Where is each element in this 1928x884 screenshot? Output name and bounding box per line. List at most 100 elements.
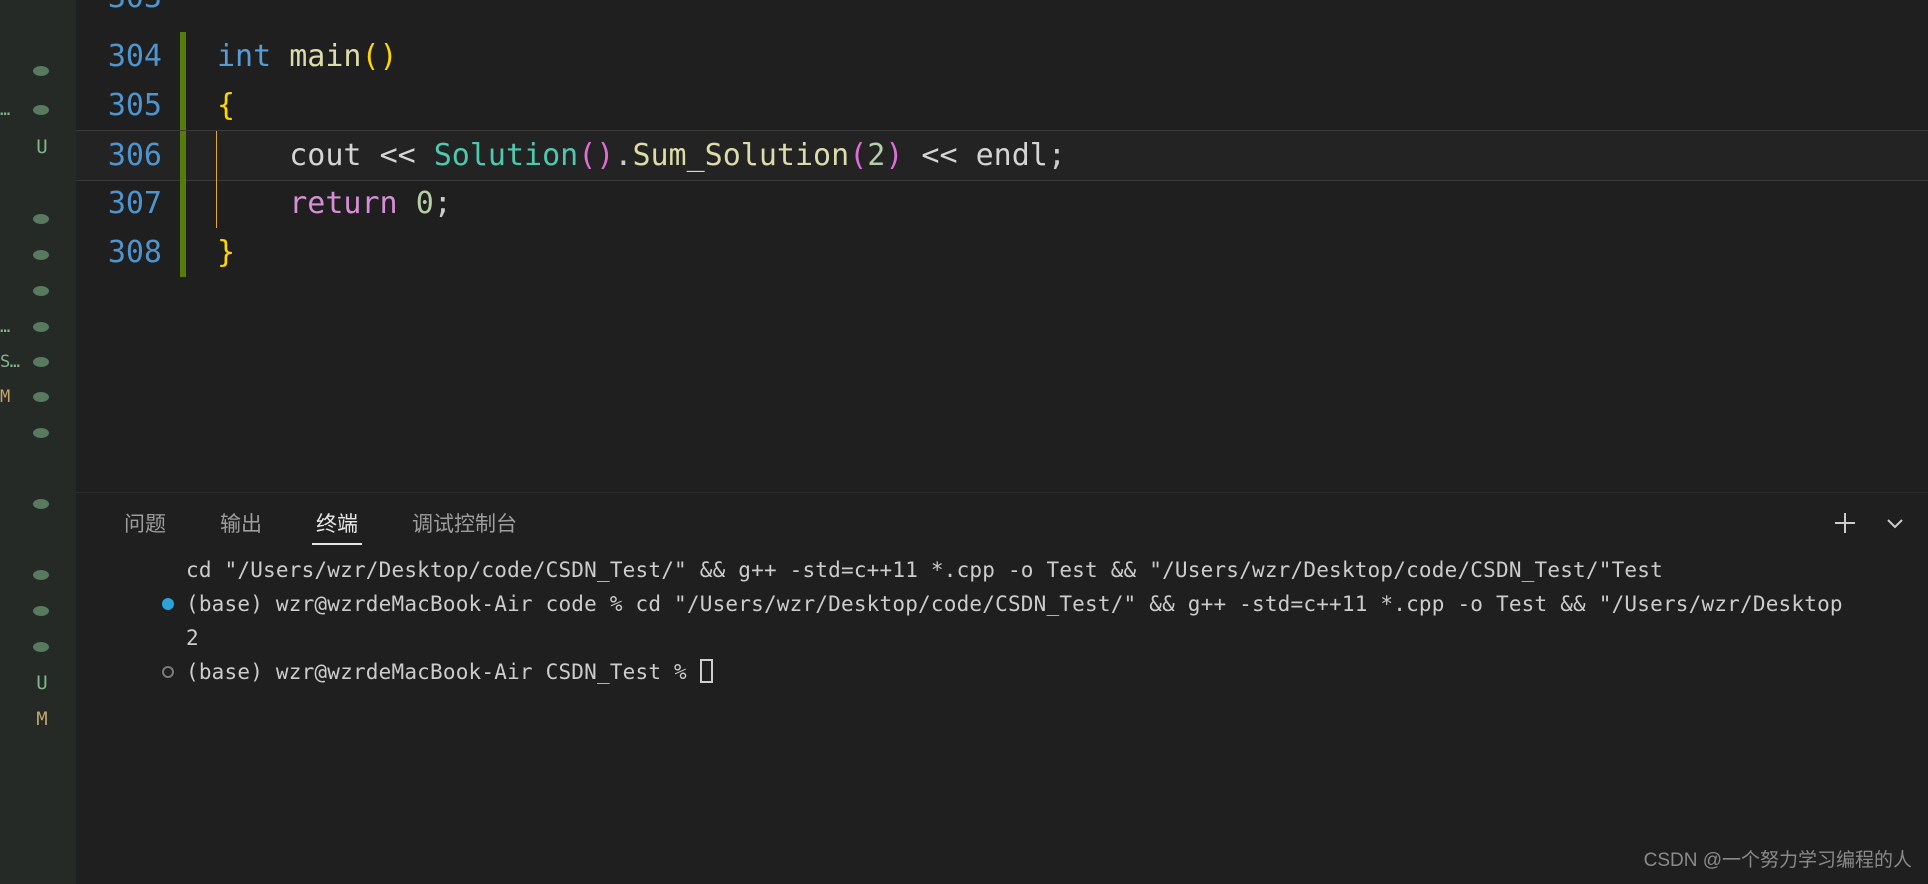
- git-status-dot-icon: [33, 286, 49, 296]
- git-status-dot-icon: [33, 428, 49, 438]
- explorer-item[interactable]: M: [0, 700, 76, 738]
- bottom-panel: 问题 输出 终端 调试控制台 cd "/Users/wzr/Desktop/code/…: [76, 492, 1928, 884]
- code-token: int: [217, 39, 290, 74]
- line-number: 307: [107, 186, 162, 221]
- panel-header: 问题 输出 终端 调试控制台: [76, 493, 1928, 553]
- explorer-item[interactable]: [0, 450, 76, 488]
- explorer-item[interactable]: …: [0, 91, 76, 129]
- code-token: return: [289, 186, 416, 221]
- code-token: 0: [415, 186, 434, 221]
- explorer-item[interactable]: [0, 485, 76, 523]
- git-status-dot-icon: [33, 570, 49, 580]
- explorer-item[interactable]: …: [0, 308, 76, 346]
- explorer-item-label: …: [0, 100, 10, 120]
- explorer-item[interactable]: U: [0, 128, 76, 166]
- explorer-item[interactable]: M: [0, 378, 76, 416]
- explorer-item[interactable]: [0, 166, 76, 204]
- git-status-dot-icon: [33, 392, 49, 402]
- code-token: cout: [217, 138, 380, 173]
- panel-actions: [1830, 493, 1910, 553]
- code-line[interactable]: 305 {: [76, 81, 1928, 130]
- code-token: (): [578, 138, 615, 173]
- panel-tab-0[interactable]: 问题: [108, 493, 182, 553]
- command-success-decoration-icon[interactable]: [162, 598, 174, 610]
- line-number: 303: [76, 0, 180, 15]
- explorer-item-label: S…: [0, 352, 20, 372]
- git-modified-gutter-bar: [180, 179, 186, 228]
- terminal-text: (base) wzr@wzrdeMacBook-Air CSDN_Test %: [186, 660, 700, 684]
- git-status-dot-icon: [33, 105, 49, 115]
- git-status-dot-icon: [33, 214, 49, 224]
- code-text: cout << Solution().Sum_Solution(2) << en…: [217, 138, 1066, 173]
- explorer-item[interactable]: [0, 236, 76, 274]
- panel-tab-3[interactable]: 调试控制台: [396, 493, 533, 553]
- git-modified-gutter-bar: [180, 228, 186, 277]
- line-number: 306: [107, 138, 162, 173]
- git-modified-gutter-bar: [180, 81, 186, 130]
- code-token: {: [217, 88, 236, 123]
- file-explorer-sidebar[interactable]: … U… S… M U M: [0, 0, 76, 884]
- terminal-text: (base) wzr@wzrdeMacBook-Air code % cd "/…: [186, 592, 1843, 616]
- explorer-item[interactable]: [0, 200, 76, 238]
- panel-tab-2[interactable]: 终端: [300, 493, 374, 553]
- code-token: }: [217, 235, 236, 270]
- git-status-letter-icon: M: [36, 707, 48, 730]
- explorer-item[interactable]: [0, 272, 76, 310]
- git-status-letter-icon: U: [36, 135, 48, 158]
- explorer-item[interactable]: [0, 628, 76, 666]
- code-text: return 0;: [217, 186, 452, 221]
- code-text: int main(): [217, 39, 398, 74]
- terminal-text: 2: [186, 626, 199, 650]
- git-status-dot-icon: [33, 357, 49, 367]
- code-token: ;: [1047, 138, 1066, 173]
- line-number: 305: [107, 88, 162, 123]
- git-modified-gutter-bar: [180, 0, 186, 22]
- terminal-line: cd "/Users/wzr/Desktop/code/CSDN_Test/" …: [76, 553, 1928, 587]
- explorer-item[interactable]: [0, 52, 76, 90]
- terminal-line: 2: [76, 621, 1928, 655]
- code-token: <<: [903, 138, 976, 173]
- chevron-down-icon[interactable]: [1880, 508, 1910, 538]
- explorer-item[interactable]: [0, 414, 76, 452]
- code-token: .: [614, 138, 633, 173]
- code-token: Sum_Solution: [632, 138, 850, 173]
- terminal-output[interactable]: cd "/Users/wzr/Desktop/code/CSDN_Test/" …: [76, 553, 1928, 884]
- plus-icon[interactable]: [1830, 508, 1860, 538]
- explorer-item[interactable]: U: [0, 664, 76, 702]
- git-status-dot-icon: [33, 66, 49, 76]
- terminal-line: (base) wzr@wzrdeMacBook-Air CSDN_Test %: [76, 655, 1928, 689]
- code-line[interactable]: 307 return 0;: [76, 179, 1928, 228]
- code-token: (: [849, 138, 868, 173]
- git-status-dot-icon: [33, 250, 49, 260]
- explorer-item[interactable]: [0, 520, 76, 558]
- explorer-item-label: …: [0, 317, 10, 337]
- code-line[interactable]: 306 cout << Solution().Sum_Solution(2) <…: [76, 130, 1928, 181]
- code-line[interactable]: 304 int main(): [76, 32, 1928, 81]
- code-token: <<: [379, 138, 434, 173]
- git-status-dot-icon: [33, 642, 49, 652]
- line-number: 304: [107, 39, 162, 74]
- explorer-item[interactable]: S…: [0, 343, 76, 381]
- indent-guide: [216, 0, 217, 22]
- git-status-dot-icon: [33, 322, 49, 332]
- explorer-item[interactable]: [0, 556, 76, 594]
- code-token: 2: [867, 138, 886, 173]
- panel-tab-1[interactable]: 输出: [204, 493, 278, 553]
- explorer-item-label: M: [0, 387, 10, 407]
- terminal-cursor: [699, 659, 713, 683]
- code-token: ;: [433, 186, 452, 221]
- code-token: main: [289, 39, 362, 74]
- command-prompt-decoration-icon[interactable]: [162, 666, 174, 678]
- code-token: ): [885, 138, 904, 173]
- code-line[interactable]: 303: [76, 0, 1928, 22]
- explorer-item[interactable]: [0, 592, 76, 630]
- git-status-dot-icon: [33, 499, 49, 509]
- code-token: (): [361, 39, 398, 74]
- code-token: Solution: [433, 138, 579, 173]
- code-text: }: [217, 235, 235, 270]
- code-line[interactable]: 308}: [76, 228, 1928, 277]
- code-editor[interactable]: 303304int main()305{306 cout << Solution…: [76, 0, 1928, 492]
- vscode-window: …U…S…MUM 303304int main()305{306 cout <<…: [0, 0, 1928, 884]
- panel-tab-list: 问题 输出 终端 调试控制台: [76, 493, 555, 553]
- git-status-dot-icon: [33, 606, 49, 616]
